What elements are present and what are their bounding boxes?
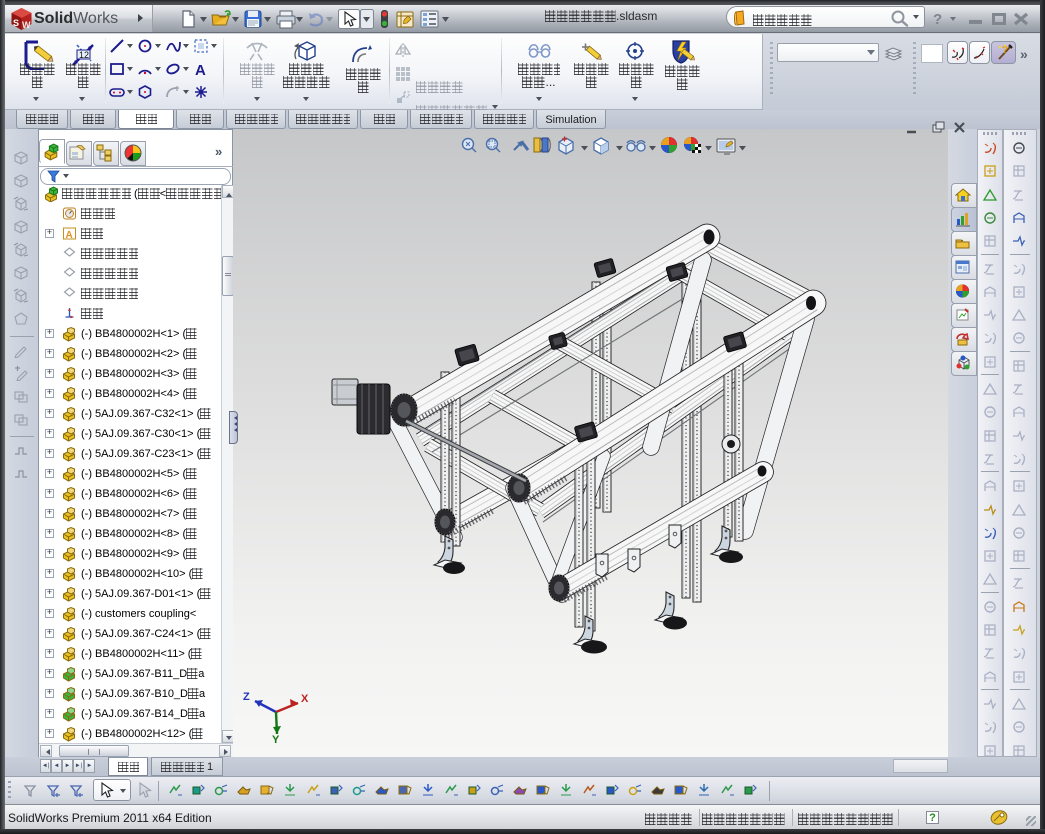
svg-text:Z: Z	[243, 691, 250, 703]
svg-text:W: W	[22, 20, 31, 30]
svg-text:X: X	[301, 693, 309, 705]
svg-text:?: ?	[1002, 45, 1008, 56]
svg-text:A: A	[195, 62, 206, 77]
svg-text:A: A	[66, 230, 73, 241]
svg-text:Y: Y	[272, 734, 280, 744]
svg-text:S: S	[13, 18, 19, 28]
svg-text:12: 12	[79, 50, 89, 60]
